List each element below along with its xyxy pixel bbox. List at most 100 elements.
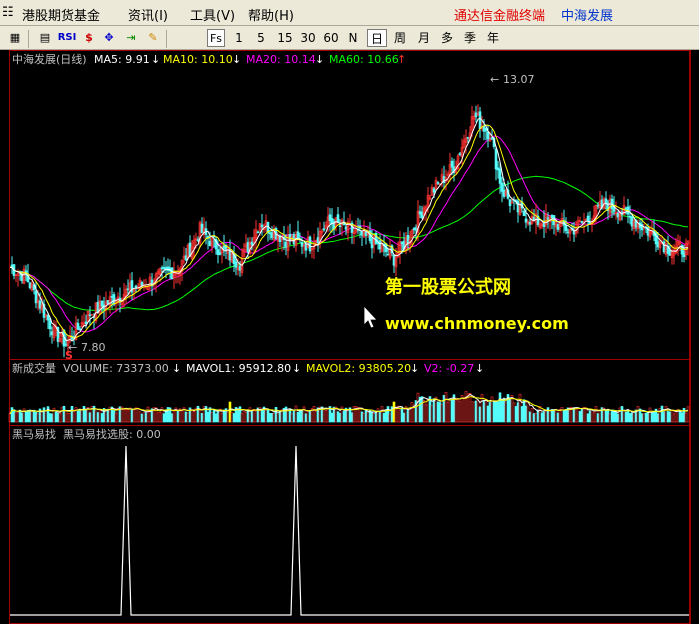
period-60min-button[interactable]: 60: [322, 29, 340, 47]
ma5-arrow-icon: ↓: [151, 53, 160, 66]
volume-arrow-icon: ↓: [172, 362, 181, 375]
volume-panel-title: 新成交量: [12, 361, 56, 375]
menu-icon[interactable]: ☷: [2, 5, 14, 20]
toolbar-separator: [28, 30, 29, 48]
period-30min-button[interactable]: 30: [299, 29, 317, 47]
candlesticks: [10, 104, 690, 358]
volume-bar: [138, 411, 142, 423]
volume-bar: [68, 413, 72, 423]
volume-bar: [184, 411, 188, 423]
volume-bar: [230, 412, 234, 423]
kline-chart[interactable]: 中海发展(日线) MA5: 9.91 ↓ MA10: 10.10 ↓ MA20:…: [0, 50, 699, 624]
volume-bar: [100, 413, 104, 423]
volume-label: VOLUME: 73373.00: [63, 362, 169, 375]
period-5min-button[interactable]: 5: [254, 29, 268, 47]
volume-bar: [96, 412, 100, 423]
volume-bar: [72, 409, 76, 423]
high-price-label: 13.07: [503, 73, 535, 86]
volume-bar: [246, 409, 250, 423]
menu-item-news[interactable]: 资讯(I): [128, 5, 168, 24]
volume-bar: [200, 413, 204, 423]
volume-bar: [78, 409, 82, 423]
candle-body: [238, 265, 242, 271]
mavol2-arrow-icon: ↓: [410, 362, 419, 375]
candle-body: [250, 241, 254, 246]
volume-bar: [216, 409, 220, 423]
candle-body: [112, 294, 116, 305]
stock-title: 中海发展: [561, 9, 614, 24]
menu-item-futures[interactable]: 港股期货基金: [22, 5, 100, 24]
volume-bar: [94, 410, 98, 423]
candle-body: [218, 252, 222, 255]
volume-bar: [176, 410, 180, 423]
volume-bar: [164, 410, 168, 423]
volume-bar: [148, 410, 152, 423]
volume-bar: [132, 409, 136, 423]
dollar-icon[interactable]: $: [80, 29, 98, 46]
mavol1-arrow-icon: ↓: [292, 362, 301, 375]
rsi-icon[interactable]: RSI: [56, 29, 78, 46]
period-day-button[interactable]: 日: [367, 29, 387, 47]
candle-body: [126, 288, 130, 291]
volume-bar: [128, 407, 132, 423]
volume-bar: [12, 409, 16, 423]
candle-body: [450, 160, 454, 168]
candle-body: [110, 295, 114, 298]
menu-item-help[interactable]: 帮助(H): [248, 5, 294, 24]
fs-button[interactable]: Fs: [207, 29, 225, 47]
volume-bar: [190, 409, 194, 423]
low-price-label: 7.80: [81, 341, 106, 354]
grid-icon[interactable]: ▦: [6, 29, 24, 46]
chart-area[interactable]: 中海发展(日线) MA5: 9.91 ↓ MA10: 10.10 ↓ MA20:…: [0, 50, 699, 624]
volume-bar: [112, 410, 116, 423]
chart-frame: [9, 50, 690, 624]
pencil-icon[interactable]: ✎: [144, 29, 162, 46]
volume-bar: [198, 409, 202, 423]
candle-body: [296, 231, 300, 239]
volume-bar: [214, 413, 218, 423]
ma20-arrow-icon: ↓: [315, 53, 324, 66]
volume-bar: [80, 409, 84, 423]
volume-bar: [66, 413, 70, 423]
period-week-button[interactable]: 周: [392, 29, 408, 47]
period-15min-button[interactable]: 15: [276, 29, 294, 47]
candle-body: [216, 249, 220, 255]
period-year-button[interactable]: 年: [485, 29, 501, 47]
volume-bar: [206, 411, 210, 423]
volume-bar: [88, 412, 92, 423]
volume-bar: [146, 406, 150, 423]
indicator-value-label: 黑马易找选股: 0.00: [63, 427, 161, 441]
ma20-label: MA20: 10.14: [246, 53, 316, 66]
volume-bar: [180, 410, 184, 423]
period-multi-button[interactable]: 多: [439, 29, 455, 47]
menu-item-tools[interactable]: 工具(V): [190, 5, 235, 24]
indicator-signal-path: [10, 445, 689, 616]
export-icon[interactable]: ⇥: [122, 29, 140, 46]
candle-body: [90, 314, 94, 316]
period-quarter-button[interactable]: 季: [462, 29, 478, 47]
high-arrow-icon: ←: [490, 73, 499, 86]
candle-body: [486, 131, 490, 140]
volume-bar: [244, 412, 248, 423]
chart-icon[interactable]: ▤: [36, 29, 54, 46]
mouse-cursor-icon: [363, 304, 378, 329]
period-1min-button[interactable]: 1: [232, 29, 246, 47]
candle-body: [322, 228, 326, 231]
candle-body: [494, 148, 498, 170]
volume-bar: [10, 407, 14, 423]
period-n-button[interactable]: N: [346, 29, 360, 47]
volume-bar: [114, 412, 118, 423]
volume-bar: [192, 410, 196, 423]
candle-body: [184, 255, 188, 261]
volume-bar: [170, 413, 174, 423]
sell-signal-marker: S: [65, 349, 73, 362]
period-month-button[interactable]: 月: [416, 29, 432, 47]
volume-bar: [220, 413, 224, 423]
volume-bar: [252, 408, 256, 423]
ma60-arrow-icon: ↑: [397, 53, 406, 66]
mavol1-label: MAVOL1: 95912.80: [186, 362, 291, 375]
volume-bars: [8, 391, 690, 423]
move-icon[interactable]: ✥: [100, 29, 118, 46]
volume-bar: [228, 401, 232, 423]
indicator-line: [10, 445, 689, 616]
